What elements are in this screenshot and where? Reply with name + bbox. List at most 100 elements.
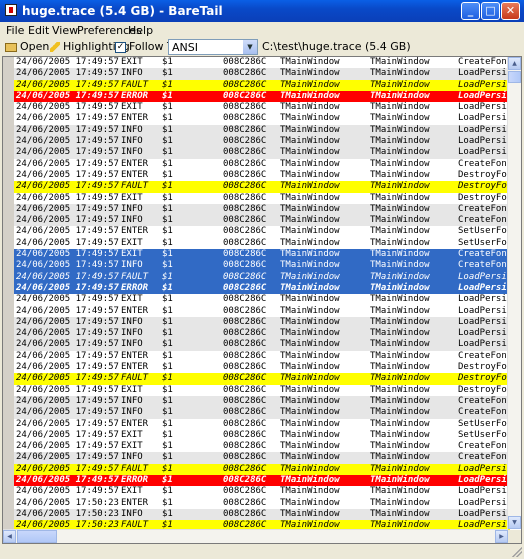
horizontal-scroll-thumb[interactable] bbox=[17, 530, 57, 543]
menu-edit[interactable]: Edit bbox=[28, 24, 49, 37]
log-row[interactable]: 24/06/2005 17:49:57 INFO $1 008C286C TMainWi… bbox=[14, 203, 510, 216]
log-date: 24/06/2005 17:49:57 bbox=[16, 124, 119, 135]
scroll-left-button[interactable]: ◀ bbox=[3, 530, 16, 543]
log-row[interactable]: 24/06/2005 17:49:57 INFO $1 008C286C TMainWi… bbox=[14, 68, 510, 80]
log-date: 24/06/2005 17:49:57 bbox=[16, 441, 119, 452]
log-method: LoadPersis bbox=[458, 102, 510, 113]
app-icon[interactable] bbox=[5, 4, 17, 16]
log-row[interactable]: 24/06/2005 17:49:57 EXIT $1 008C286C TMainWi… bbox=[14, 193, 510, 204]
log-row[interactable]: 24/06/2005 17:49:57 INFO $1 008C286C TMainWi… bbox=[14, 124, 510, 137]
title-bar[interactable]: huge.trace (5.4 GB) - BareTail _ □ ✕ bbox=[0, 0, 524, 22]
log-row[interactable]: 24/06/2005 17:49:57 EXIT $1 008C286C TMainWi… bbox=[14, 430, 510, 441]
log-thread: $1 bbox=[162, 102, 173, 113]
log-row[interactable]: 24/06/2005 17:49:57 ENTER $1 008C286C TMainW… bbox=[14, 170, 510, 181]
log-row[interactable]: 24/06/2005 17:49:57 ERROR $1 008C286C TMainW… bbox=[14, 474, 510, 487]
log-row[interactable]: 24/06/2005 17:49:57 INFO $1 008C286C TMainWi… bbox=[14, 147, 510, 159]
log-class2: TMainWindow bbox=[370, 124, 430, 135]
log-row[interactable]: 24/06/2005 17:49:57 INFO $1 008C286C TMainWi… bbox=[14, 328, 510, 340]
log-row[interactable]: 24/06/2005 17:49:57 ENTER $1 008C286C TMainW… bbox=[14, 226, 510, 237]
log-row[interactable]: 24/06/2005 17:49:57 EXIT $1 008C286C TMainWi… bbox=[14, 57, 510, 68]
log-id: 008C286C bbox=[223, 113, 267, 124]
log-row[interactable]: 24/06/2005 17:49:57 INFO $1 008C286C TMainWi… bbox=[14, 260, 510, 272]
log-row[interactable]: 24/06/2005 17:49:57 INFO $1 008C286C TMainWi… bbox=[14, 136, 510, 148]
log-row[interactable]: 24/06/2005 17:49:57 FAULT $1 008C286C TMainW… bbox=[14, 373, 510, 385]
log-row[interactable]: 24/06/2005 17:49:57 ENTER $1 008C286C TMainW… bbox=[14, 306, 510, 317]
log-id: 008C286C bbox=[223, 486, 267, 497]
minimize-button[interactable]: _ bbox=[461, 2, 480, 20]
log-thread: $1 bbox=[162, 407, 173, 418]
log-date: 24/06/2005 17:49:57 bbox=[16, 429, 119, 440]
log-row[interactable]: 24/06/2005 17:49:57 ERROR $1 008C286C TMainW… bbox=[14, 282, 510, 295]
log-date: 24/06/2005 17:49:57 bbox=[16, 192, 119, 203]
scroll-up-button[interactable]: ▲ bbox=[508, 57, 521, 70]
log-method: CreateFont bbox=[458, 203, 510, 214]
close-button[interactable]: ✕ bbox=[501, 2, 520, 20]
log-row[interactable]: 24/06/2005 17:49:57 EXIT $1 008C286C TMainWi… bbox=[14, 385, 510, 396]
log-class2: TMainWindow bbox=[370, 260, 430, 271]
log-row[interactable]: 24/06/2005 17:49:57 FAULT $1 008C286C TMainW… bbox=[14, 271, 510, 283]
encoding-select[interactable]: ANSI ▼ bbox=[168, 39, 258, 55]
log-row[interactable]: 24/06/2005 17:49:57 ENTER $1 008C286C TMainW… bbox=[14, 419, 510, 430]
log-date: 24/06/2005 17:49:57 bbox=[16, 316, 119, 327]
log-class1: TMainWindow bbox=[280, 384, 340, 395]
vertical-scroll-thumb[interactable] bbox=[508, 71, 521, 83]
log-method: LoadPersis bbox=[458, 328, 510, 339]
maximize-button[interactable]: □ bbox=[481, 2, 500, 20]
log-row[interactable]: 24/06/2005 17:49:57 INFO $1 008C286C TMainWi… bbox=[14, 452, 510, 464]
log-class1: TMainWindow bbox=[280, 249, 340, 260]
menu-help[interactable]: Help bbox=[128, 24, 153, 37]
log-class1: TMainWindow bbox=[280, 90, 340, 101]
log-date: 24/06/2005 17:49:57 bbox=[16, 113, 119, 124]
log-method: LoadPersis bbox=[458, 294, 510, 305]
menu-view[interactable]: View bbox=[52, 24, 78, 37]
log-thread: $1 bbox=[162, 158, 173, 169]
log-row[interactable]: 24/06/2005 17:49:57 INFO $1 008C286C TMainWi… bbox=[14, 395, 510, 408]
log-view[interactable]: 24/06/2005 17:49:57 EXIT $1 008C286C TMainWi… bbox=[2, 56, 522, 544]
log-level: INFO bbox=[121, 328, 143, 339]
log-class1: TMainWindow bbox=[280, 136, 340, 147]
log-row[interactable]: 24/06/2005 17:49:57 ENTER $1 008C286C TMainW… bbox=[14, 351, 510, 362]
log-level: ENTER bbox=[121, 350, 149, 361]
log-method: LoadPersis bbox=[458, 474, 510, 485]
log-row[interactable]: 24/06/2005 17:49:57 FAULT $1 008C286C TMainW… bbox=[14, 463, 510, 475]
log-row[interactable]: 24/06/2005 17:49:57 EXIT $1 008C286C TMainWi… bbox=[14, 441, 510, 452]
log-row[interactable]: 24/06/2005 17:49:57 EXIT $1 008C286C TMainWi… bbox=[14, 486, 510, 497]
log-row[interactable]: 24/06/2005 17:49:57 INFO $1 008C286C TMainWi… bbox=[14, 407, 510, 419]
menu-file[interactable]: File bbox=[6, 24, 24, 37]
log-row[interactable]: 24/06/2005 17:49:57 ENTER $1 008C286C TMainW… bbox=[14, 362, 510, 373]
log-level: EXIT bbox=[121, 237, 143, 248]
log-row[interactable]: 24/06/2005 17:49:57 EXIT $1 008C286C TMainWi… bbox=[14, 102, 510, 113]
log-row[interactable]: 24/06/2005 17:50:23 ENTER $1 008C286C TMainW… bbox=[14, 498, 510, 509]
log-row[interactable]: 24/06/2005 17:49:57 FAULT $1 008C286C TMainW… bbox=[14, 181, 510, 193]
log-date: 24/06/2005 17:49:57 bbox=[16, 90, 119, 101]
log-row[interactable]: 24/06/2005 17:49:57 EXIT $1 008C286C TMainWi… bbox=[14, 294, 510, 305]
log-class2: TMainWindow bbox=[370, 294, 430, 305]
log-class1: TMainWindow bbox=[280, 79, 340, 90]
log-class2: TMainWindow bbox=[370, 497, 430, 508]
log-row[interactable]: 24/06/2005 17:49:57 EXIT $1 008C286C TMainWi… bbox=[14, 238, 510, 249]
log-row[interactable]: 24/06/2005 17:49:57 EXIT $1 008C286C TMainWi… bbox=[14, 249, 510, 261]
log-method: CreateFon bbox=[458, 350, 507, 361]
log-row[interactable]: 24/06/2005 17:49:57 FAULT $1 008C286C TMainW… bbox=[14, 79, 510, 91]
open-button[interactable]: Open bbox=[5, 39, 49, 55]
log-row[interactable]: 24/06/2005 17:49:57 INFO $1 008C286C TMainWi… bbox=[14, 339, 510, 351]
scroll-down-button[interactable]: ▼ bbox=[508, 516, 521, 529]
log-thread: $1 bbox=[162, 463, 173, 474]
log-row[interactable]: 24/06/2005 17:50:23 INFO $1 008C286C TMainWi… bbox=[14, 508, 510, 521]
log-class1: TMainWindow bbox=[280, 474, 340, 485]
chevron-down-icon[interactable]: ▼ bbox=[243, 40, 257, 54]
log-class1: TMainWindow bbox=[280, 192, 340, 203]
vertical-scrollbar[interactable]: ▲ ▼ bbox=[507, 57, 521, 529]
follow-tail-checkbox[interactable]: ✓ bbox=[115, 41, 126, 53]
horizontal-scrollbar[interactable]: ◀ ▶ bbox=[3, 529, 508, 543]
log-row[interactable]: 24/06/2005 17:49:57 ERROR $1 008C286C TMainW… bbox=[14, 90, 510, 103]
log-row[interactable]: 24/06/2005 17:49:57 INFO $1 008C286C TMainWi… bbox=[14, 316, 510, 329]
resize-grip[interactable] bbox=[512, 547, 522, 557]
log-row[interactable]: 24/06/2005 17:49:57 ENTER $1 008C286C TMainW… bbox=[14, 159, 510, 170]
log-thread: $1 bbox=[162, 305, 173, 316]
log-class1: TMainWindow bbox=[280, 113, 340, 124]
log-row[interactable]: 24/06/2005 17:49:57 ENTER $1 008C286C TMainW… bbox=[14, 113, 510, 124]
log-row[interactable]: 24/06/2005 17:49:57 INFO $1 008C286C TMainWi… bbox=[14, 215, 510, 227]
log-date: 24/06/2005 17:49:57 bbox=[16, 339, 119, 350]
scroll-right-button[interactable]: ▶ bbox=[495, 530, 508, 543]
